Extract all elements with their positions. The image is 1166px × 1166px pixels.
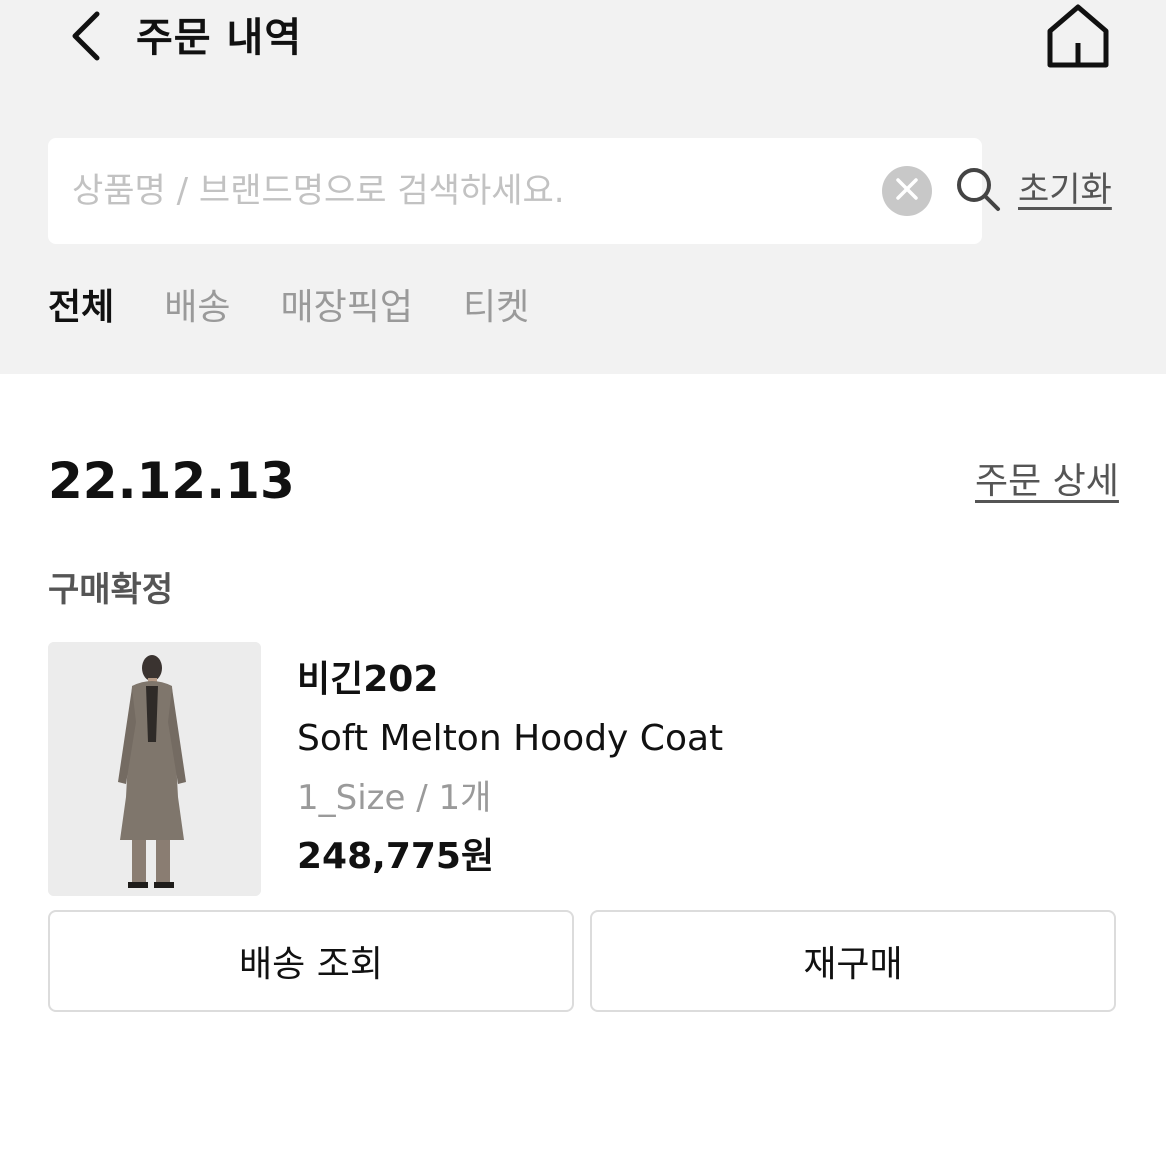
- order-detail-link[interactable]: 주문 상세: [975, 456, 1119, 508]
- search-box: [48, 138, 1000, 244]
- order-status: 구매확정: [48, 570, 174, 610]
- top-section: 주문 내역 초기화 전체 배송 매장픽업 티켓: [0, 0, 1166, 374]
- tab-ticket[interactable]: 티켓: [463, 282, 529, 334]
- order-date: 22.12.13: [48, 452, 295, 510]
- product-option: 1_Size / 1개: [297, 778, 492, 818]
- back-button[interactable]: [58, 8, 114, 68]
- order-type-tabs: 전체 배송 매장픽업 티켓: [48, 282, 529, 334]
- tab-store-pickup[interactable]: 매장픽업: [281, 282, 413, 334]
- tab-delivery[interactable]: 배송: [164, 282, 230, 334]
- home-button[interactable]: [1040, 2, 1116, 74]
- search-input[interactable]: [72, 162, 812, 220]
- tab-all[interactable]: 전체: [48, 282, 114, 334]
- product-image: [48, 642, 261, 896]
- home-icon: [1046, 3, 1110, 73]
- product-price: 248,775원: [297, 836, 495, 877]
- search-icon: [954, 165, 1002, 217]
- track-delivery-button[interactable]: 배송 조회: [48, 910, 574, 1012]
- page-title: 주문 내역: [136, 15, 303, 61]
- product-name[interactable]: Soft Melton Hoody Coat: [297, 714, 723, 764]
- search-button[interactable]: [950, 162, 1006, 220]
- reorder-button[interactable]: 재구매: [590, 910, 1116, 1012]
- clear-icon: [895, 177, 919, 205]
- chevron-left-icon: [69, 10, 103, 66]
- clear-search-button[interactable]: [882, 166, 932, 216]
- product-thumbnail[interactable]: [48, 642, 261, 896]
- product-brand[interactable]: 비긴202: [297, 656, 438, 704]
- reset-link[interactable]: 초기화: [1018, 166, 1112, 214]
